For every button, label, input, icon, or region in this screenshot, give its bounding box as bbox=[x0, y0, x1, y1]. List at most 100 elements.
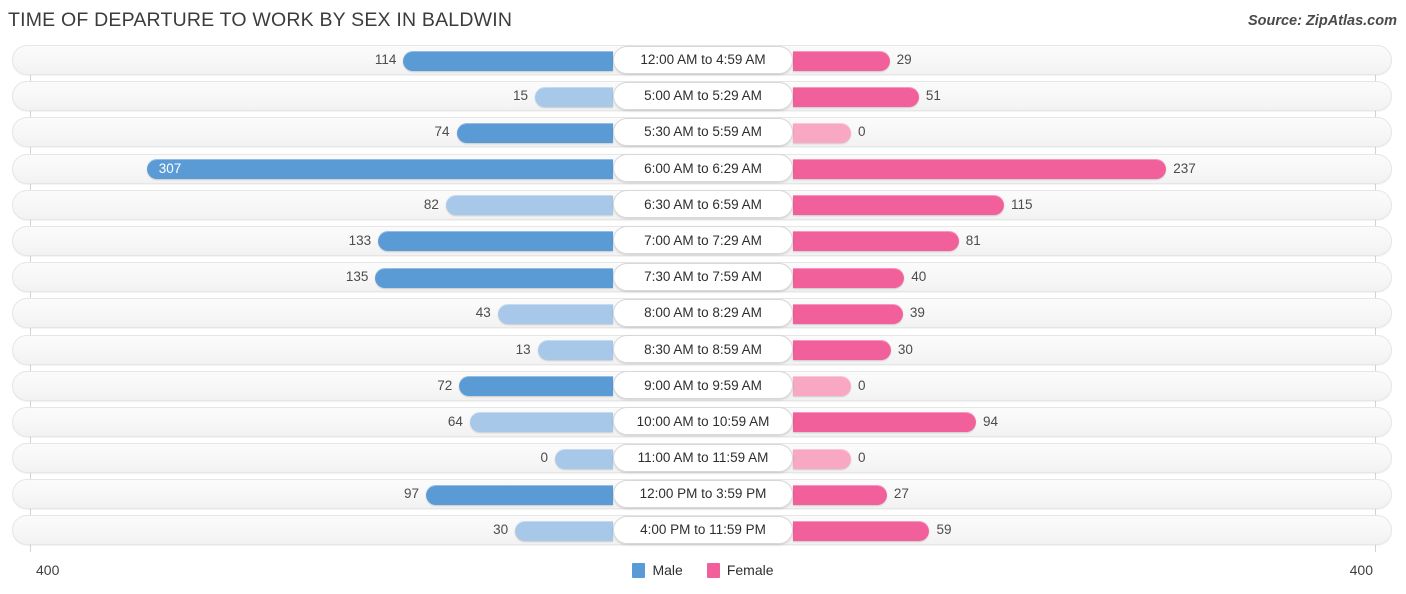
legend-item-male[interactable]: Male bbox=[632, 562, 683, 578]
male-bar[interactable] bbox=[445, 195, 613, 216]
category-label: 6:30 AM to 6:59 AM bbox=[644, 196, 762, 212]
female-value-label: 39 bbox=[909, 305, 925, 321]
male-bar[interactable] bbox=[537, 340, 613, 360]
chart-legend: Male Female bbox=[0, 562, 1406, 578]
category-pill[interactable]: 11:00 AM to 11:59 AM bbox=[613, 443, 793, 472]
female-bar[interactable] bbox=[793, 86, 919, 107]
female-value-label: 51 bbox=[925, 88, 941, 104]
legend-label-female: Female bbox=[726, 562, 774, 578]
female-bar[interactable] bbox=[793, 412, 977, 433]
category-label: 8:00 AM to 8:29 AM bbox=[644, 305, 762, 321]
bar-row: 114 29 12:00 AM to 4:59 AM bbox=[0, 42, 1406, 78]
category-label: 7:00 AM to 7:29 AM bbox=[644, 232, 762, 248]
female-value-label: 0 bbox=[858, 124, 866, 140]
male-bar[interactable] bbox=[515, 520, 613, 541]
female-value-label: 94 bbox=[983, 413, 999, 429]
male-value-label: 82 bbox=[423, 196, 439, 212]
category-pill[interactable]: 8:00 AM to 8:29 AM bbox=[613, 298, 793, 327]
female-color-swatch bbox=[706, 562, 720, 578]
category-pill[interactable]: 6:00 AM to 6:29 AM bbox=[613, 154, 793, 183]
male-value-label: 114 bbox=[374, 52, 397, 67]
female-value-label: 115 bbox=[1010, 196, 1033, 212]
bar-row: 13 30 8:30 AM to 8:59 AM bbox=[0, 332, 1406, 368]
category-pill[interactable]: 10:00 AM to 10:59 AM bbox=[613, 407, 793, 436]
category-label: 5:30 AM to 5:59 AM bbox=[644, 124, 762, 140]
bar-row: 43 39 8:00 AM to 8:29 AM bbox=[0, 295, 1406, 331]
male-bar[interactable] bbox=[425, 484, 613, 505]
axis-max-right: 400 bbox=[1349, 562, 1373, 578]
category-label: 10:00 AM to 10:59 AM bbox=[636, 413, 770, 429]
male-bar[interactable] bbox=[375, 267, 613, 288]
category-pill[interactable]: 5:30 AM to 5:59 AM bbox=[613, 117, 793, 146]
female-value-label: 81 bbox=[965, 232, 981, 248]
category-label: 7:30 AM to 7:59 AM bbox=[644, 269, 762, 285]
female-bar[interactable] bbox=[793, 303, 903, 324]
male-bar[interactable] bbox=[555, 448, 613, 469]
male-bar[interactable] bbox=[459, 376, 613, 397]
female-bar[interactable] bbox=[793, 159, 1167, 180]
female-bar[interactable] bbox=[793, 484, 887, 505]
bar-row: 72 0 9:00 AM to 9:59 AM bbox=[0, 368, 1406, 404]
female-bar[interactable] bbox=[793, 50, 890, 71]
bar-row: 133 81 7:00 AM to 7:29 AM bbox=[0, 223, 1406, 259]
female-value-label: 237 bbox=[1173, 160, 1196, 176]
bar-row: 0 0 11:00 AM to 11:59 AM bbox=[0, 440, 1406, 476]
category-label: 8:30 AM to 8:59 AM bbox=[644, 341, 762, 357]
bar-row: 64 94 10:00 AM to 10:59 AM bbox=[0, 404, 1406, 440]
male-value-label: 133 bbox=[348, 232, 372, 248]
category-pill[interactable]: 12:00 PM to 3:59 PM bbox=[613, 479, 793, 508]
male-value-label: 307 bbox=[158, 160, 182, 176]
plot-area: 114 29 12:00 AM to 4:59 AM 15 51 5:00 AM to 5… bbox=[0, 42, 1406, 552]
category-pill[interactable]: 7:30 AM to 7:59 AM bbox=[613, 262, 793, 291]
male-bar[interactable] bbox=[497, 303, 613, 324]
female-bar[interactable] bbox=[793, 340, 891, 360]
male-value-label: 13 bbox=[515, 341, 531, 357]
bar-row: 82 115 6:30 AM to 6:59 AM bbox=[0, 187, 1406, 223]
category-label: 12:00 AM to 4:59 AM bbox=[640, 52, 766, 67]
male-bar[interactable] bbox=[456, 122, 613, 143]
bar-row: 74 0 5:30 AM to 5:59 AM bbox=[0, 114, 1406, 150]
female-bar[interactable] bbox=[793, 122, 851, 143]
female-value-label: 0 bbox=[858, 450, 866, 466]
female-bar[interactable] bbox=[793, 520, 930, 541]
page-title: TIME OF DEPARTURE TO WORK BY SEX IN BALD… bbox=[8, 9, 513, 31]
female-bar[interactable] bbox=[793, 376, 851, 397]
female-bar[interactable] bbox=[793, 267, 905, 288]
bar-row: 15 51 5:00 AM to 5:29 AM bbox=[0, 78, 1406, 114]
female-bar[interactable] bbox=[793, 448, 851, 469]
source-attribution: Source: ZipAtlas.com bbox=[1247, 13, 1397, 29]
female-value-label: 59 bbox=[936, 522, 952, 538]
bar-row: 135 40 7:30 AM to 7:59 AM bbox=[0, 259, 1406, 295]
category-label: 4:00 PM to 11:59 PM bbox=[640, 522, 766, 538]
category-pill[interactable]: 5:00 AM to 5:29 AM bbox=[613, 81, 793, 110]
male-value-label: 135 bbox=[345, 269, 369, 285]
category-pill[interactable]: 9:00 AM to 9:59 AM bbox=[613, 371, 793, 400]
male-bar[interactable] bbox=[403, 50, 613, 71]
category-pill[interactable]: 8:30 AM to 8:59 AM bbox=[613, 335, 793, 363]
category-label: 11:00 AM to 11:59 AM bbox=[637, 450, 769, 466]
chart-page: TIME OF DEPARTURE TO WORK BY SEX IN BALD… bbox=[0, 0, 1406, 594]
male-bar[interactable] bbox=[535, 86, 613, 107]
legend-item-female[interactable]: Female bbox=[706, 562, 774, 578]
category-label: 9:00 AM to 9:59 AM bbox=[644, 377, 762, 393]
category-pill[interactable]: 12:00 AM to 4:59 AM bbox=[613, 45, 793, 74]
bar-row: 307 237 6:00 AM to 6:29 AM bbox=[0, 151, 1406, 187]
male-value-label: 72 bbox=[437, 377, 453, 393]
category-pill[interactable]: 6:30 AM to 6:59 AM bbox=[613, 190, 793, 219]
category-label: 5:00 AM to 5:29 AM bbox=[644, 88, 762, 104]
male-value-label: 15 bbox=[513, 88, 529, 104]
male-bar[interactable] bbox=[146, 159, 613, 180]
female-value-label: 29 bbox=[896, 52, 912, 67]
category-pill[interactable]: 4:00 PM to 11:59 PM bbox=[613, 515, 793, 544]
male-bar[interactable] bbox=[378, 231, 613, 252]
chart-header: TIME OF DEPARTURE TO WORK BY SEX IN BALD… bbox=[0, 0, 1406, 42]
male-value-label: 64 bbox=[447, 413, 463, 429]
bar-rows: 114 29 12:00 AM to 4:59 AM 15 51 5:00 AM to 5… bbox=[0, 42, 1406, 549]
female-bar[interactable] bbox=[793, 231, 959, 252]
female-bar[interactable] bbox=[793, 195, 1004, 216]
chart-footer: 400 Male Female 400 bbox=[0, 552, 1406, 594]
male-value-label: 97 bbox=[403, 486, 419, 502]
category-pill[interactable]: 7:00 AM to 7:29 AM bbox=[613, 226, 793, 255]
male-bar[interactable] bbox=[469, 412, 613, 433]
bar-row: 97 27 12:00 PM to 3:59 PM bbox=[0, 476, 1406, 512]
